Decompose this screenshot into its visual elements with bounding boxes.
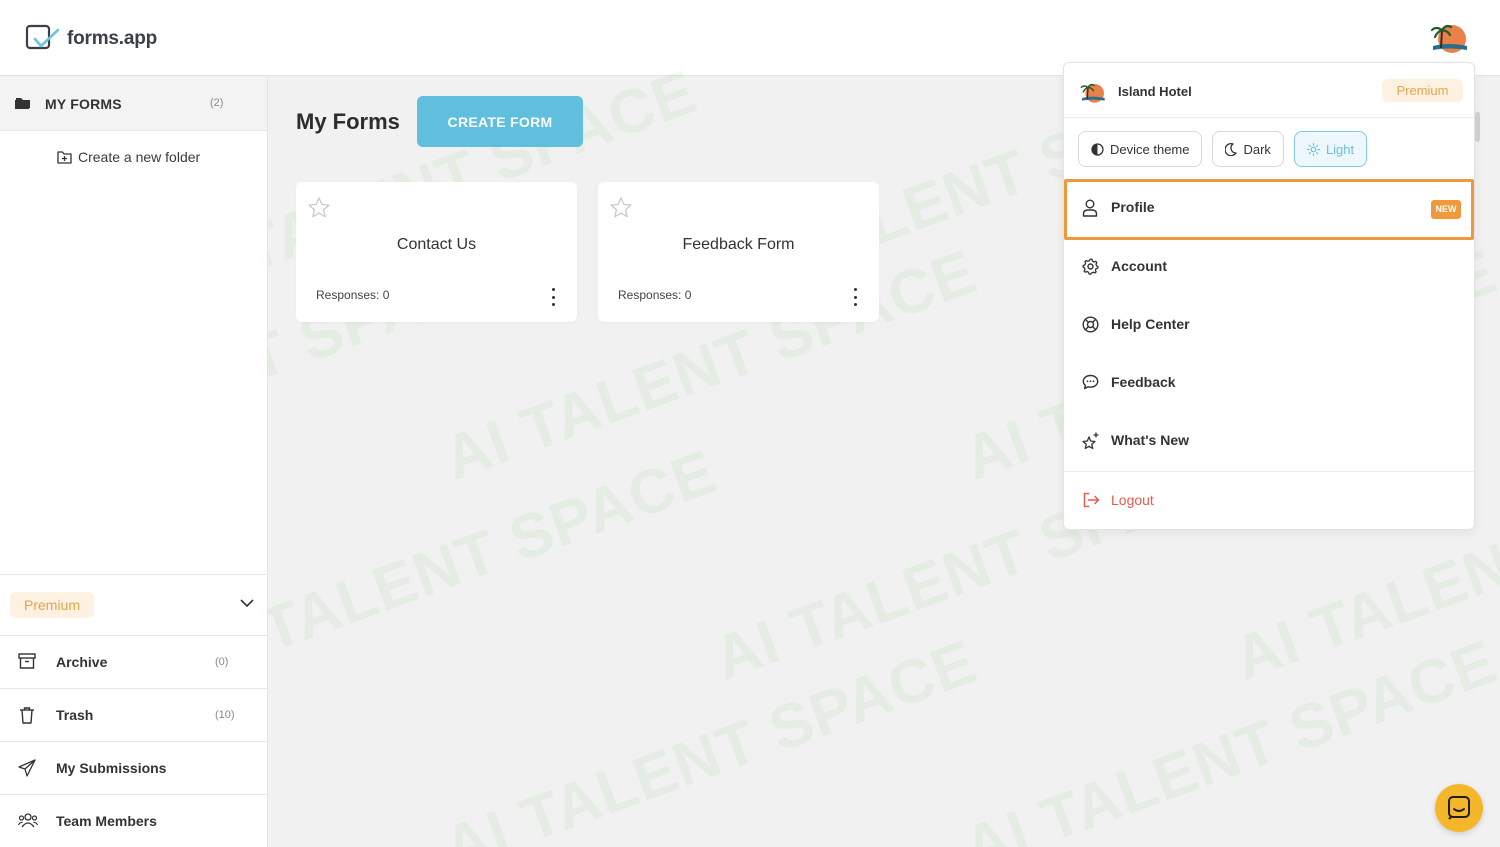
form-title: Feedback Form — [682, 236, 795, 253]
chat-icon — [1448, 796, 1470, 820]
logo-icon — [25, 24, 60, 50]
sidebar-item-my-forms[interactable]: MY FORMS (2) — [0, 77, 267, 131]
my-forms-count: (2) — [210, 97, 224, 109]
sidebar-item-count: (0) — [215, 656, 229, 668]
moon-icon — [1225, 142, 1238, 156]
watermark: AI TALENT SPACE — [435, 627, 986, 847]
menu-item-label: Account — [1111, 258, 1167, 274]
sidebar-item-label: Trash — [56, 707, 94, 723]
user-icon — [1082, 199, 1098, 217]
trash-icon — [20, 707, 34, 724]
more-options-icon[interactable] — [548, 288, 558, 306]
user-menu-dropdown: Island Hotel Premium Device theme Dark L… — [1063, 62, 1475, 530]
page-title: My Forms — [296, 109, 400, 134]
logout-label: Logout — [1111, 492, 1154, 508]
theme-switcher: Device theme Dark Light — [1078, 131, 1368, 167]
star-icon[interactable] — [610, 197, 632, 218]
sidebar-item-trash[interactable]: Trash (10) — [0, 689, 267, 742]
paper-plane-icon — [18, 759, 36, 777]
create-form-button[interactable]: CREATE FORM — [417, 96, 583, 147]
support-chat-button[interactable] — [1435, 784, 1483, 832]
menu-item-whats-new[interactable]: What's New — [1064, 412, 1474, 470]
star-icon[interactable] — [308, 197, 330, 218]
logo-text: forms.app — [67, 28, 158, 49]
archive-icon — [18, 653, 36, 669]
lifebuoy-icon — [1082, 316, 1099, 333]
create-folder-button[interactable]: Create a new folder — [57, 149, 200, 165]
user-name: Island Hotel — [1118, 84, 1192, 99]
sidebar-item-my-submissions[interactable]: My Submissions — [0, 742, 267, 795]
folder-plus-icon — [57, 150, 72, 164]
sidebar: MY FORMS (2) Create a new folder Premium… — [0, 77, 268, 847]
sidebar-item-count: (10) — [215, 709, 235, 721]
folder-icon — [15, 98, 30, 109]
theme-dark-button[interactable]: Dark — [1212, 131, 1284, 167]
form-responses: Responses: 0 — [316, 288, 390, 302]
user-avatar[interactable] — [1427, 16, 1469, 58]
theme-device-button[interactable]: Device theme — [1078, 131, 1203, 167]
sidebar-item-team-members[interactable]: Team Members — [0, 795, 267, 847]
my-forms-label: MY FORMS — [45, 96, 122, 112]
plan-row[interactable]: Premium — [0, 574, 267, 636]
form-card-contact-us[interactable]: Contact Us Responses: 0 — [296, 182, 577, 322]
menu-item-label: Feedback — [1111, 374, 1176, 390]
more-options-icon[interactable] — [850, 288, 860, 306]
chat-bubble-icon — [1082, 374, 1099, 390]
sidebar-item-label: Archive — [56, 654, 108, 670]
theme-label: Dark — [1243, 141, 1271, 157]
logout-icon — [1083, 492, 1100, 508]
team-icon — [18, 813, 38, 828]
theme-label: Light — [1325, 141, 1355, 157]
new-badge: NEW — [1431, 200, 1461, 219]
create-folder-label: Create a new folder — [78, 149, 201, 165]
watermark: AI TALENT SPACE — [955, 627, 1500, 847]
sun-icon — [1306, 142, 1320, 156]
gear-icon — [1082, 258, 1099, 275]
form-title: Contact Us — [396, 236, 477, 253]
menu-item-feedback[interactable]: Feedback — [1064, 354, 1474, 412]
theme-light-button[interactable]: Light — [1293, 131, 1368, 167]
form-responses: Responses: 0 — [618, 288, 692, 302]
form-card-feedback-form[interactable]: Feedback Form Responses: 0 — [598, 182, 879, 322]
island-avatar-icon — [1080, 83, 1105, 103]
plan-badge: Premium — [1382, 79, 1463, 102]
sidebar-item-label: My Submissions — [56, 760, 167, 776]
menu-item-label: Profile — [1111, 199, 1155, 215]
menu-item-help-center[interactable]: Help Center — [1064, 296, 1474, 354]
sidebar-item-label: Team Members — [56, 813, 157, 829]
sparkle-star-icon — [1082, 432, 1099, 450]
sidebar-item-archive[interactable]: Archive (0) — [0, 636, 267, 689]
menu-item-profile[interactable]: Profile NEW — [1064, 179, 1474, 240]
forms-app-logo[interactable]: forms.app — [25, 24, 157, 54]
menu-item-account[interactable]: Account — [1064, 238, 1474, 296]
half-circle-icon — [1091, 142, 1104, 156]
scrollbar[interactable] — [1475, 112, 1480, 142]
island-avatar-icon — [1428, 17, 1468, 57]
plan-badge: Premium — [10, 592, 95, 618]
sidebar-bottom: Premium Archive (0) Trash (10) My Submis… — [0, 574, 267, 847]
user-summary: Island Hotel Premium — [1064, 63, 1474, 118]
theme-label: Device theme — [1110, 141, 1190, 157]
menu-item-label: Help Center — [1111, 316, 1190, 332]
menu-item-logout[interactable]: Logout — [1064, 472, 1474, 530]
menu-item-label: What's New — [1111, 432, 1190, 448]
chevron-down-icon[interactable] — [240, 599, 254, 608]
